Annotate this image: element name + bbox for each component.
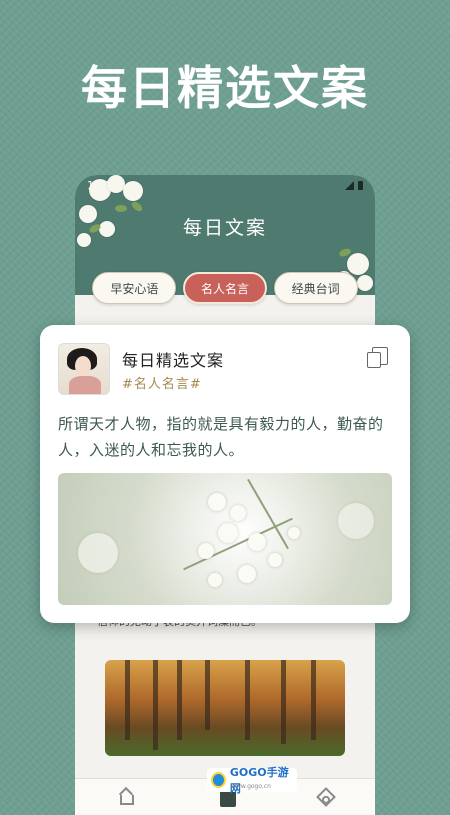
gear-icon[interactable] — [316, 787, 337, 807]
blossom-image — [58, 473, 392, 605]
tab-classic-lines[interactable]: 经典台词 — [273, 272, 358, 304]
card-tag[interactable]: #名人名言# — [122, 373, 202, 392]
gogo-logo-icon — [211, 772, 226, 788]
battery-icon — [358, 181, 363, 190]
card-title: 每日精选文案 — [122, 351, 225, 370]
home-icon[interactable] — [117, 787, 137, 807]
signal-icon — [345, 181, 354, 190]
avatar — [58, 343, 110, 395]
category-tabs: 早安心语 名人名言 经典台词 — [75, 272, 375, 304]
tab-famous-quotes[interactable]: 名人名言 — [182, 272, 267, 304]
quote-text: 所谓天才人物，指的就是具有毅力的人，勤奋的人，入迷的人和忘我的人。 — [58, 415, 384, 459]
status-icons — [345, 181, 363, 190]
app-title: 每日文案 — [182, 217, 267, 239]
tab-morning[interactable]: 早安心语 — [92, 272, 177, 304]
quote-card[interactable]: 每日精选文案 #名人名言# 所谓天才人物，指的就是具有毅力的人，勤奋的人，入迷的… — [40, 325, 410, 623]
watermark-brand: GOGO手游网 — [229, 766, 289, 795]
promo-headline: 每日精选文案 — [81, 61, 369, 115]
watermark-logo: GOGO手游网 www.gogo.cn — [207, 766, 297, 795]
watermark-url: www.gogo.cn — [231, 783, 271, 790]
forest-image — [105, 660, 345, 756]
copy-icon[interactable] — [367, 347, 388, 368]
